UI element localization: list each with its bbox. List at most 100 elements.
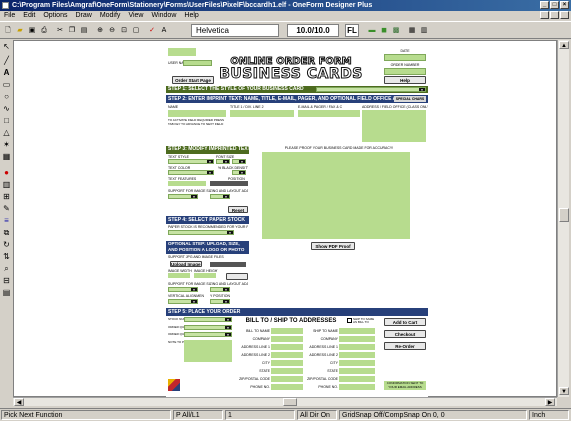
ship-field-input[interactable] [339,376,375,382]
image-buttons[interactable] [210,262,246,267]
email-field[interactable] [298,110,360,117]
star-tool-icon[interactable]: ✶ [1,140,12,150]
add-to-cart-button[interactable]: Add to Cart [384,318,426,326]
group-tool-icon[interactable]: ⧉ [1,228,12,238]
copy-icon[interactable]: ❐ [66,24,78,36]
image-valign-dropdown[interactable] [168,299,198,304]
name-field[interactable] [168,110,226,117]
paste-icon[interactable]: ▤ [78,24,90,36]
image-halign-dropdown[interactable] [168,287,198,292]
pattern-icon[interactable]: ▩ [390,24,402,36]
menu-edit[interactable]: Edit [19,11,39,21]
circle-tool-icon[interactable]: ○ [1,92,12,102]
show-pdf-proof-button[interactable]: Show PDF Proof [311,242,355,250]
line-color-icon[interactable]: ▬ [366,24,378,36]
line-tool-icon[interactable]: ╱ [1,56,12,66]
help-button[interactable]: Help [384,76,426,84]
text-color-dropdown[interactable] [168,170,214,175]
text-style-dropdown[interactable] [168,159,214,164]
maximize-button[interactable]: □ [550,1,559,9]
ship-same-checkbox[interactable] [347,318,352,323]
check-icon[interactable]: ✓ [146,24,158,36]
vertical-scroll-thumb[interactable] [559,208,569,222]
zoom-page-icon[interactable]: ▢ [130,24,142,36]
density-dropdown[interactable] [232,170,246,175]
zoom-window-icon[interactable]: ⊡ [118,24,130,36]
image-tool-icon[interactable]: ⊞ [1,192,12,202]
table-tool-icon[interactable]: ▦ [1,152,12,162]
fill-button[interactable]: FL [345,24,359,37]
image-y-dropdown[interactable] [210,299,230,304]
ship-field-input[interactable] [339,360,375,366]
zoom-tool-icon[interactable]: ⌕ [1,264,12,274]
ship-field-input[interactable] [339,344,375,350]
font-size-field[interactable]: 10.0/10.0 [287,24,339,37]
print-icon[interactable]: ⎙ [38,24,50,36]
minimize-button[interactable]: _ [540,1,549,9]
paint-tool-icon[interactable]: ✎ [1,204,12,214]
text-tool-icon[interactable]: A [158,24,170,36]
reset-text-button[interactable]: Reset [228,206,248,213]
bill-field-input[interactable] [271,336,303,342]
menu-options[interactable]: Options [39,11,71,21]
menu-file[interactable]: File [0,11,19,21]
order-quantity-dropdown[interactable] [184,325,232,330]
menu-view[interactable]: View [124,11,147,21]
bill-field-input[interactable] [271,352,303,358]
triangle-tool-icon[interactable]: △ [1,128,12,138]
image-width-field[interactable] [168,273,190,278]
doc-restore-icon[interactable] [550,11,559,19]
cut-icon[interactable]: ✂ [54,24,66,36]
image-x-dropdown[interactable] [210,287,230,292]
stock-number-dropdown[interactable] [184,317,232,322]
checkout-button[interactable]: Checkout [384,330,426,338]
bill-field-input[interactable] [271,384,303,390]
box-tool-icon[interactable]: □ [1,116,12,126]
curve-tool-icon[interactable]: ∿ [1,104,12,114]
order-quantity-2-dropdown[interactable] [184,332,232,337]
font-select[interactable]: Helvetica [191,24,279,37]
ship-field-input[interactable] [339,352,375,358]
user-name-field[interactable] [183,60,212,66]
measure-tool-icon[interactable]: ⊟ [1,276,12,286]
ship-field-input[interactable] [339,328,375,334]
doc-close-icon[interactable] [560,11,569,19]
layout-icon[interactable]: ▦ [406,24,418,36]
bill-field-input[interactable] [271,328,303,334]
font-size-dropdown[interactable] [216,159,230,164]
rotate-tool-icon[interactable]: ↻ [1,240,12,250]
note-to-printer-field[interactable] [184,340,232,362]
new-file-icon[interactable]: 🗋 [2,24,14,36]
ship-field-input[interactable] [339,368,375,374]
stop-tool-icon[interactable]: ● [1,168,12,178]
order-number-field[interactable] [384,68,426,75]
address-field[interactable] [362,110,426,142]
grid-icon[interactable]: ▥ [418,24,430,36]
flip-tool-icon[interactable]: ⇅ [1,252,12,262]
rectangle-tool-icon[interactable]: ▭ [1,80,12,90]
scroll-up-icon[interactable]: ▲ [559,41,569,49]
bill-field-input[interactable] [271,344,303,350]
select-arrow-icon[interactable]: ↖ [1,42,12,52]
card-style-dropdown[interactable] [316,87,426,92]
menu-draw[interactable]: Draw [71,11,95,21]
close-button[interactable]: × [560,1,569,9]
scroll-down-icon[interactable]: ▼ [559,387,569,395]
menu-window[interactable]: Window [147,11,180,21]
open-folder-icon[interactable]: ▰ [14,24,26,36]
reload-image-button[interactable] [226,273,248,280]
date-field[interactable] [384,54,426,61]
ship-field-input[interactable] [339,336,375,342]
text-features-field[interactable] [168,181,206,186]
vertical-scrollbar[interactable]: ▲ ▼ [557,40,569,397]
doc-minimize-icon[interactable] [540,11,549,19]
image-height-field[interactable] [194,273,216,278]
list-tool-icon[interactable]: ≡ [1,216,12,226]
menu-help[interactable]: Help [180,11,202,21]
save-icon[interactable]: ▣ [26,24,38,36]
x-position-dropdown[interactable] [210,194,230,199]
ship-field-input[interactable] [339,384,375,390]
leading-dropdown[interactable] [232,159,246,164]
menu-modify[interactable]: Modify [96,11,125,21]
special-chars-button[interactable]: SPECIAL CHARS [394,96,426,102]
